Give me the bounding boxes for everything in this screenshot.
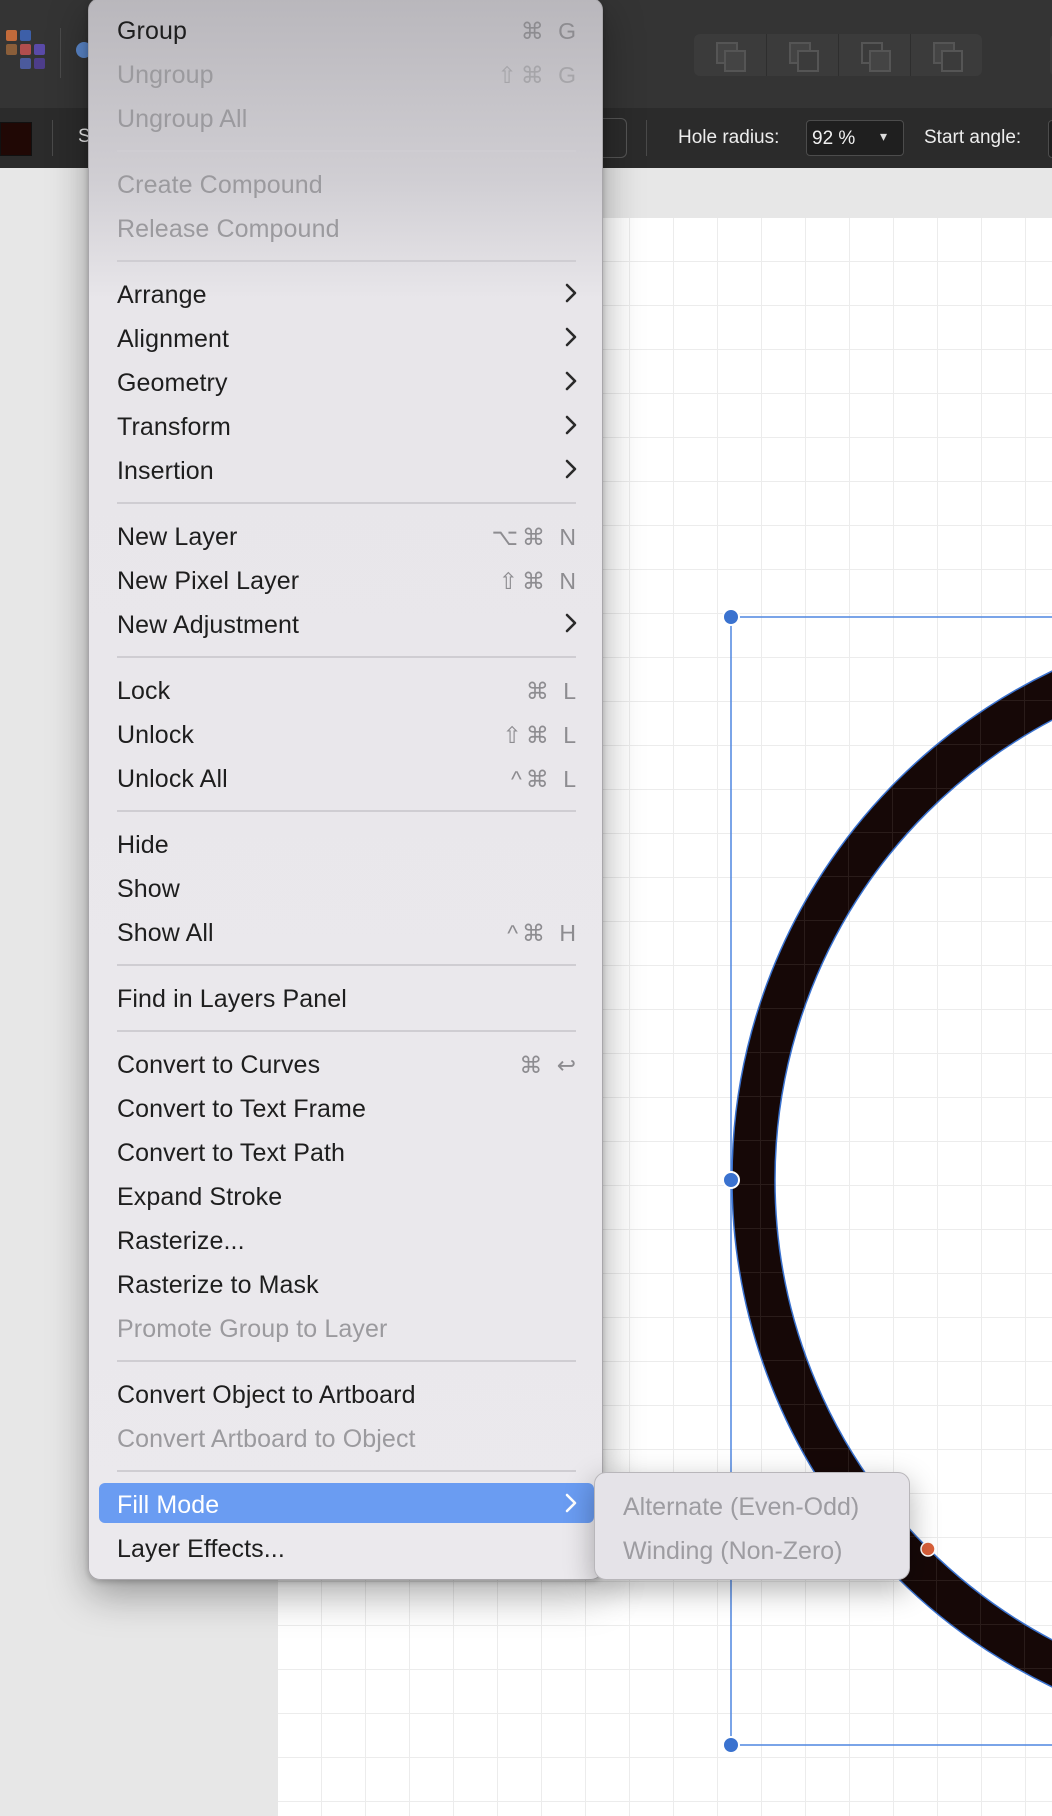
menu-item-label: Fill Mode xyxy=(117,1491,220,1519)
menu-item-label: Show All xyxy=(117,919,214,947)
menu-item-new-adjustment[interactable]: New Adjustment xyxy=(99,603,594,643)
selection-handle[interactable] xyxy=(722,608,740,626)
menu-item-label: Transform xyxy=(117,413,231,441)
menu-item-alignment[interactable]: Alignment xyxy=(99,317,594,357)
menu-item-label: Rasterize... xyxy=(117,1227,245,1255)
menu-item-label: Create Compound xyxy=(117,171,323,199)
menu-item-label: Layer Effects... xyxy=(117,1535,285,1563)
menu-item-label: New Layer xyxy=(117,523,238,551)
menu-item-convert-artboard-to-object[interactable]: Convert Artboard to Object xyxy=(99,1417,594,1457)
menu-item-promote-group[interactable]: Promote Group to Layer xyxy=(99,1307,594,1347)
menu-item-label: Arrange xyxy=(117,281,207,309)
menu-separator xyxy=(117,1360,576,1362)
menu-item-label: New Pixel Layer xyxy=(117,567,300,595)
menu-item-rasterize[interactable]: Rasterize... xyxy=(99,1219,594,1259)
menu-item-show[interactable]: Show xyxy=(99,867,594,907)
menu-item-layer-effects[interactable]: Layer Effects... xyxy=(99,1527,594,1567)
chevron-right-icon xyxy=(565,327,577,347)
menu-item-new-layer[interactable]: New Layer ⌥⌘ N xyxy=(99,515,594,555)
chevron-right-icon xyxy=(565,415,577,435)
submenu-item-alternate[interactable]: Alternate (Even-Odd) xyxy=(605,1485,899,1525)
menu-item-label: Ungroup xyxy=(117,61,214,89)
angle-handle[interactable] xyxy=(920,1541,936,1557)
menu-item-label: Group xyxy=(117,17,187,45)
menu-item-label: Alignment xyxy=(117,325,230,353)
menu-item-arrange[interactable]: Arrange xyxy=(99,273,594,313)
selection-handle[interactable] xyxy=(722,1736,740,1754)
menu-item-label: Convert Object to Artboard xyxy=(117,1381,416,1409)
shortcut-label: ⌘ ↩ xyxy=(519,1052,580,1078)
submenu-item-label: Alternate (Even-Odd) xyxy=(623,1493,860,1521)
menu-item-convert-object-to-artboard[interactable]: Convert Object to Artboard xyxy=(99,1373,594,1413)
menu-item-ungroup-all[interactable]: Ungroup All xyxy=(99,97,594,137)
menu-item-label: Release Compound xyxy=(117,215,340,243)
menu-item-convert-to-text-frame[interactable]: Convert to Text Frame xyxy=(99,1087,594,1127)
menu-separator xyxy=(117,150,576,152)
menu-item-label: New Adjustment xyxy=(117,611,300,639)
menu-item-label: Unlock xyxy=(117,721,195,749)
menu-item-create-compound[interactable]: Create Compound xyxy=(99,163,594,203)
menu-separator xyxy=(117,1470,576,1472)
submenu-item-winding[interactable]: Winding (Non-Zero) xyxy=(605,1529,899,1569)
shortcut-label: ⇧⌘ L xyxy=(502,722,580,748)
menu-item-show-all[interactable]: Show All ^⌘ H xyxy=(99,911,594,951)
menu-item-label: Rasterize to Mask xyxy=(117,1271,319,1299)
menu-item-lock[interactable]: Lock ⌘ L xyxy=(99,669,594,709)
menu-separator xyxy=(117,656,576,658)
menu-item-label: Ungroup All xyxy=(117,105,248,133)
chevron-right-icon xyxy=(565,283,577,303)
menu-item-label: Geometry xyxy=(117,369,228,397)
chevron-right-icon xyxy=(565,613,577,633)
chevron-right-icon xyxy=(565,371,577,391)
menu-item-label: Convert Artboard to Object xyxy=(117,1425,416,1453)
menu-separator xyxy=(117,964,576,966)
chevron-right-icon xyxy=(565,459,577,479)
menu-item-label: Lock xyxy=(117,677,171,705)
menu-item-geometry[interactable]: Geometry xyxy=(99,361,594,401)
menu-item-rasterize-to-mask[interactable]: Rasterize to Mask xyxy=(99,1263,594,1303)
shortcut-label: ⌥⌘ N xyxy=(491,524,580,550)
menu-item-fill-mode[interactable]: Fill Mode xyxy=(99,1483,594,1523)
menu-item-label: Hide xyxy=(117,831,169,859)
menu-item-release-compound[interactable]: Release Compound xyxy=(99,207,594,247)
menu-item-unlock[interactable]: Unlock ⇧⌘ L xyxy=(99,713,594,753)
menu-item-transform[interactable]: Transform xyxy=(99,405,594,445)
menu-item-label: Promote Group to Layer xyxy=(117,1315,388,1343)
submenu-item-label: Winding (Non-Zero) xyxy=(623,1537,843,1565)
shortcut-label: ⌘ G xyxy=(520,18,580,44)
menu-item-label: Show xyxy=(117,875,180,903)
menu-item-label: Convert to Curves xyxy=(117,1051,321,1079)
menu-item-convert-to-curves[interactable]: Convert to Curves ⌘ ↩ xyxy=(99,1043,594,1083)
fill-mode-submenu: Alternate (Even-Odd) Winding (Non-Zero) xyxy=(594,1472,910,1580)
menu-separator xyxy=(117,260,576,262)
menu-item-expand-stroke[interactable]: Expand Stroke xyxy=(99,1175,594,1215)
menu-item-label: Insertion xyxy=(117,457,214,485)
menu-item-find-in-layers[interactable]: Find in Layers Panel xyxy=(99,977,594,1017)
menu-item-label: Find in Layers Panel xyxy=(117,985,347,1013)
menu-separator xyxy=(117,502,576,504)
menu-item-hide[interactable]: Hide xyxy=(99,823,594,863)
shortcut-label: ⌘ L xyxy=(525,678,580,704)
menu-item-label: Expand Stroke xyxy=(117,1183,283,1211)
menu-item-group[interactable]: Group ⌘ G xyxy=(99,9,594,49)
shortcut-label: ⇧⌘ G xyxy=(497,62,580,88)
menu-item-convert-to-text-path[interactable]: Convert to Text Path xyxy=(99,1131,594,1171)
chevron-right-icon xyxy=(565,1493,577,1513)
menu-item-ungroup[interactable]: Ungroup ⇧⌘ G xyxy=(99,53,594,93)
selection-handle[interactable] xyxy=(722,1171,740,1189)
shortcut-label: ⇧⌘ N xyxy=(498,568,580,594)
shortcut-label: ^⌘ H xyxy=(507,920,580,946)
menu-separator xyxy=(117,810,576,812)
context-menu: Group ⌘ G Ungroup ⇧⌘ G Ungroup All Creat… xyxy=(88,0,603,1580)
menu-item-label: Convert to Text Frame xyxy=(117,1095,366,1123)
menu-item-unlock-all[interactable]: Unlock All ^⌘ L xyxy=(99,757,594,797)
menu-item-label: Convert to Text Path xyxy=(117,1139,346,1167)
menu-item-insertion[interactable]: Insertion xyxy=(99,449,594,489)
menu-item-label: Unlock All xyxy=(117,765,228,793)
menu-item-new-pixel-layer[interactable]: New Pixel Layer ⇧⌘ N xyxy=(99,559,594,599)
shortcut-label: ^⌘ L xyxy=(511,766,580,792)
menu-separator xyxy=(117,1030,576,1032)
